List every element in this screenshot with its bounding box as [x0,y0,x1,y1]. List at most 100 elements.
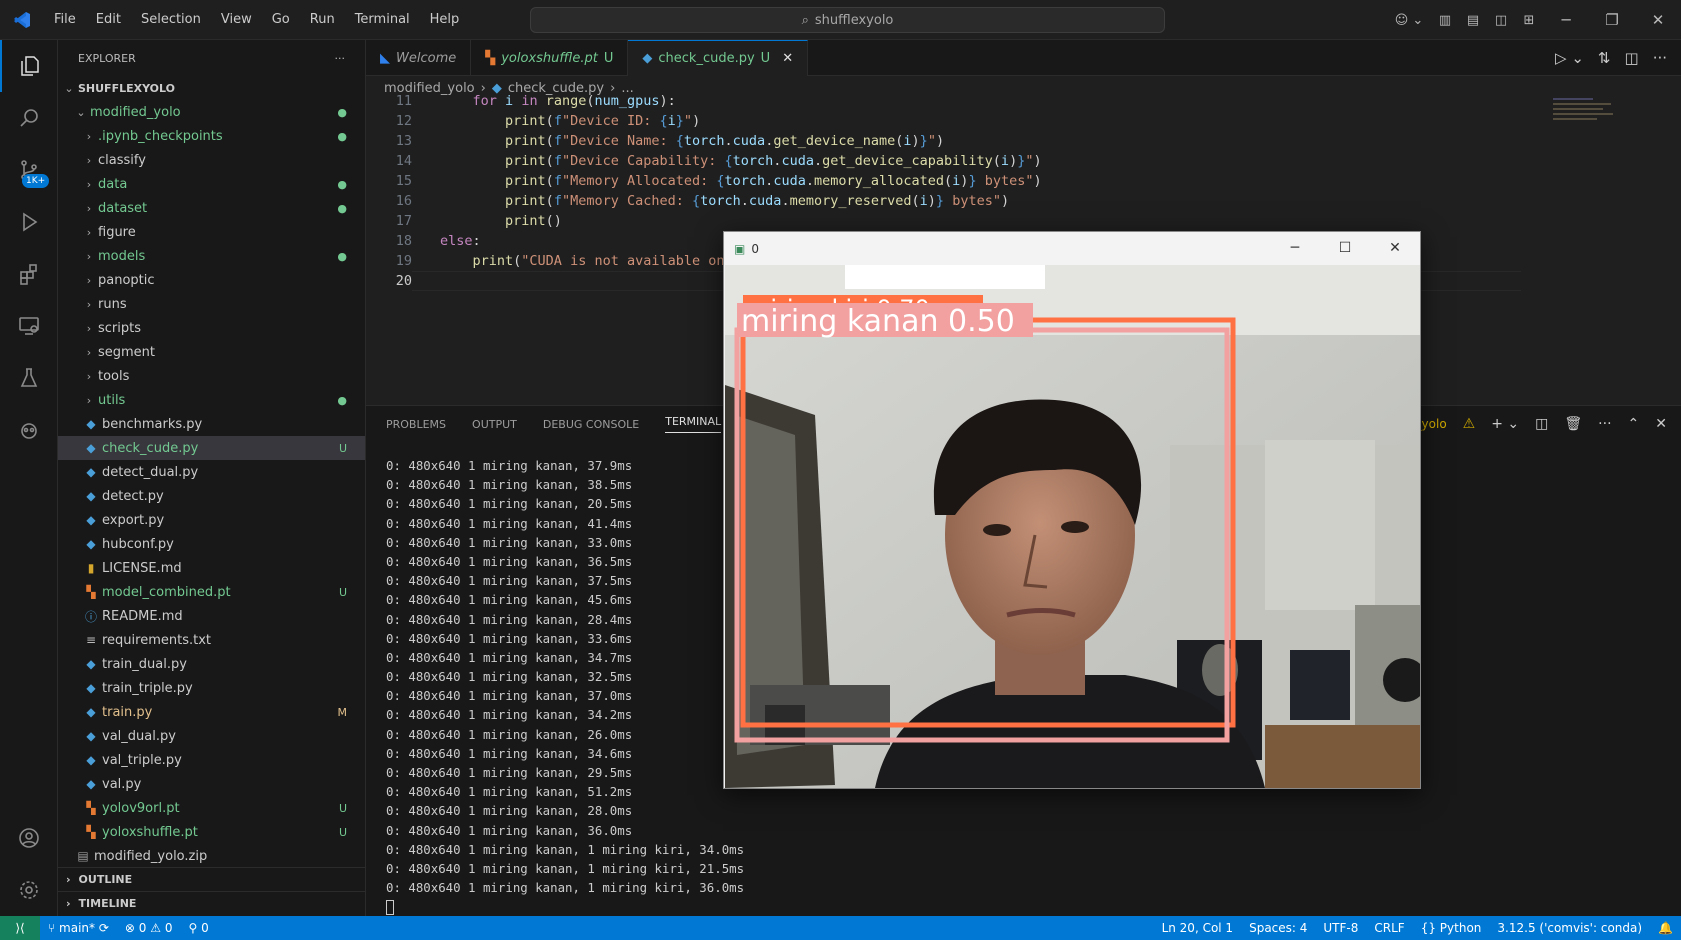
github-copilot-icon[interactable] [0,404,58,456]
split-terminal-icon[interactable]: ◫ [1535,416,1548,432]
search-icon[interactable] [0,92,58,144]
kill-terminal-icon[interactable]: 🗑 [1564,416,1582,432]
git-status-badge: U [338,825,347,839]
extensions-icon[interactable] [0,248,58,300]
remote-explorer-icon[interactable] [0,300,58,352]
testing-icon[interactable] [0,352,58,404]
cursor-position[interactable]: Ln 20, Col 1 [1154,921,1242,935]
tab-problems[interactable]: PROBLEMS [386,418,446,431]
more-actions-icon[interactable]: ··· [335,52,346,65]
editor-more-icon[interactable]: ··· [1653,49,1667,67]
customize-layout-icon[interactable]: ⊞ [1515,13,1543,28]
close-panel-icon[interactable]: ✕ [1655,416,1667,432]
panel-more-icon[interactable]: ··· [1598,416,1611,432]
minimize-icon[interactable]: ─ [1270,232,1320,265]
file-readme-md[interactable]: ⓘ README.md [58,604,365,628]
folder-data[interactable]: › data ● [58,172,365,196]
branch-status[interactable]: ⑂ main* ⟳ [40,921,117,935]
toggle-panel-icon[interactable]: ▤ [1459,13,1487,28]
file-train-dual-py[interactable]: ◆ train_dual.py [58,652,365,676]
minimap[interactable] [1553,95,1617,129]
file-hubconf-py[interactable]: ◆ hubconf.py [58,532,365,556]
menu-run[interactable]: Run [300,0,345,40]
source-control-icon[interactable]: 1K+ [0,144,58,196]
file-requirements-txt[interactable]: ≡ requirements.txt [58,628,365,652]
run-debug-icon[interactable] [0,196,58,248]
menu-go[interactable]: Go [262,0,300,40]
tab-debug-console[interactable]: DEBUG CONSOLE [543,418,639,431]
file-val-py[interactable]: ◆ val.py [58,772,365,796]
warning-icon: ⚠ [150,921,162,935]
tab-check-cude[interactable]: ◆ check_cude.py U ✕ [628,40,809,76]
folder-utils[interactable]: › utils ● [58,388,365,412]
terminal-output[interactable]: 0: 480x640 1 miring kanan, 37.9ms 0: 480x… [386,456,744,916]
folder-runs[interactable]: › runs [58,292,365,316]
notifications-bell-icon[interactable]: 🔔 [1650,921,1681,935]
file-yoloxshuffle-pt[interactable]: ▚ yoloxshuffle.pt U [58,820,365,844]
workspace-root[interactable]: ⌄ SHUFFLEXYOLO [58,76,365,100]
language-mode[interactable]: {} Python [1413,921,1490,935]
copilot-icon[interactable]: ☺ ⌄ [1387,13,1431,28]
indentation[interactable]: Spaces: 4 [1241,921,1315,935]
folder-tools[interactable]: › tools [58,364,365,388]
menu-help[interactable]: Help [420,0,470,40]
file-detect-py[interactable]: ◆ detect.py [58,484,365,508]
file-train-triple-py[interactable]: ◆ train_triple.py [58,676,365,700]
command-center-search[interactable]: ⌕ shufflexyolo [530,7,1165,33]
manage-gear-icon[interactable] [0,864,58,916]
remote-indicator-icon[interactable]: ⟩⟨ [0,916,40,940]
line-endings[interactable]: CRLF [1366,921,1412,935]
close-window-icon[interactable]: ✕ [1370,232,1420,265]
explorer-icon[interactable] [0,40,58,92]
file-model-combined-pt[interactable]: ▚ model_combined.pt U [58,580,365,604]
folder--ipynb-checkpoints[interactable]: › .ipynb_checkpoints ● [58,124,365,148]
accounts-icon[interactable] [0,812,58,864]
maximize-panel-icon[interactable]: ⌃ [1628,416,1640,432]
folder-scripts[interactable]: › scripts [58,316,365,340]
file-modified-yolo-zip[interactable]: ▤ modified_yolo.zip [58,844,365,868]
file-license-md[interactable]: ▮ LICENSE.md [58,556,365,580]
menu-terminal[interactable]: Terminal [345,0,420,40]
ports-status[interactable]: ⚲ 0 [181,921,217,935]
file-export-py[interactable]: ◆ export.py [58,508,365,532]
minimize-icon[interactable]: ─ [1543,11,1589,29]
file-benchmarks-py[interactable]: ◆ benchmarks.py [58,412,365,436]
encoding[interactable]: UTF-8 [1315,921,1366,935]
folder-modified-yolo[interactable]: ⌄ modified_yolo ● [58,100,365,124]
file-val-dual-py[interactable]: ◆ val_dual.py [58,724,365,748]
split-editor-icon[interactable]: ◫ [1625,49,1639,67]
run-python-file-icon[interactable]: ▷ ⌄ [1555,49,1584,67]
folder-classify[interactable]: › classify [58,148,365,172]
file-train-py[interactable]: ◆ train.py M [58,700,365,724]
detection-window[interactable]: ▣ 0 ─ ☐ ✕ miring kanan 0.50 [723,231,1421,789]
maximize-icon[interactable]: ☐ [1320,232,1370,265]
folder-dataset[interactable]: › dataset ● [58,196,365,220]
folder-panoptic[interactable]: › panoptic [58,268,365,292]
compare-changes-icon[interactable]: ⇅ [1598,49,1611,67]
tab-terminal[interactable]: TERMINAL [665,415,722,433]
menu-edit[interactable]: Edit [86,0,131,40]
menu-selection[interactable]: Selection [131,0,211,40]
timeline-section[interactable]: › TIMELINE [58,891,365,915]
file-val-triple-py[interactable]: ◆ val_triple.py [58,748,365,772]
restore-icon[interactable]: ❐ [1589,11,1635,29]
close-window-icon[interactable]: ✕ [1635,11,1681,29]
folder-figure[interactable]: › figure [58,220,365,244]
close-tab-icon[interactable]: ✕ [782,51,793,66]
python-interpreter[interactable]: 3.12.5 ('comvis': conda) [1489,921,1650,935]
tab-output[interactable]: OUTPUT [472,418,517,431]
problems-status[interactable]: ⊗ 0 ⚠ 0 [117,921,181,935]
file-detect-dual-py[interactable]: ◆ detect_dual.py [58,460,365,484]
tab-yoloxshuffle[interactable]: ▚ yoloxshuffle.pt U [471,40,629,76]
menu-view[interactable]: View [211,0,262,40]
menu-file[interactable]: File [44,0,86,40]
folder-segment[interactable]: › segment [58,340,365,364]
file-yolov9orl-pt[interactable]: ▚ yolov9orl.pt U [58,796,365,820]
tab-welcome[interactable]: ◣ Welcome [366,40,472,76]
folder-models[interactable]: › models ● [58,244,365,268]
toggle-sidebar-icon[interactable]: ▥ [1431,13,1459,28]
toggle-secondary-sidebar-icon[interactable]: ◫ [1487,13,1515,28]
new-terminal-icon[interactable]: + ⌄ [1491,416,1519,432]
file-check-cude-py[interactable]: ◆ check_cude.py U [58,436,365,460]
outline-section[interactable]: › OUTLINE [58,867,365,891]
